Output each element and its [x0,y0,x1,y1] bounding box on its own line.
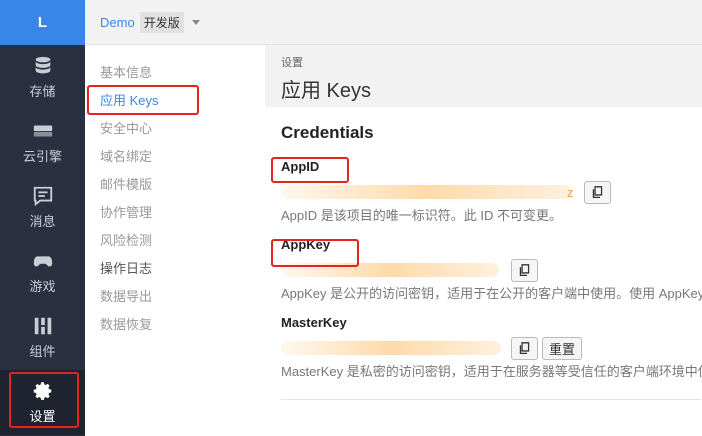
rail-item-messages[interactable]: 消息 [0,175,85,240]
subnav-item-app-keys[interactable]: 应用 Keys [85,87,265,115]
main-sidebar: L 存储 云引擎 消息 游戏 组件 设置 [0,0,85,436]
appid-help: AppID 是该项目的唯一标识符。此 ID 不可变更。 [281,208,562,223]
masterkey-help: MasterKey 是私密的访问密钥，适用于在服务器等受信任的客户端环境中使 [281,364,702,379]
subnav-item-collaboration[interactable]: 协作管理 [85,199,265,227]
app-header: Demo 开发版 [85,0,702,45]
appid-value-tail: z [567,184,574,200]
rail-item-components[interactable]: 组件 [0,305,85,370]
subnav-item-logs[interactable]: 操作日志 [85,255,265,283]
appkey-field: AppKey AppKey 是公开的访问密钥，适用于在公开的客户端中使用。使用 … [281,235,702,307]
appkey-label: AppKey [281,237,331,252]
copy-icon [592,185,602,198]
credentials-heading: Credentials [281,123,374,142]
subnav-item-restore[interactable]: 数据恢复 [85,311,265,339]
masterkey-field: MasterKey 重置 MasterKey 是私密的访问密钥，适用于在服务器等… [281,313,702,385]
copy-appid-button[interactable] [583,180,611,204]
rail-item-label: 设置 [29,409,56,424]
app-logo[interactable]: L [0,0,85,45]
rail-item-settings[interactable]: 设置 [0,370,85,435]
breadcrumb: 设置 [281,57,303,69]
rail-item-label: 存储 [29,84,56,99]
rail-item-label: 云引擎 [22,149,62,164]
subnav-item-security[interactable]: 安全中心 [85,115,265,143]
copy-icon [519,263,530,276]
settings-nav: 基本信息 应用 Keys 安全中心 域名绑定 邮件模版 协作管理 风险检测 操作… [85,45,265,436]
rail-item-label: 组件 [29,344,56,359]
page-title: 应用 Keys [281,80,372,102]
main-content: 设置 应用 Keys Credentials AppID z AppID 是该项… [265,45,702,436]
subnav-item-domain[interactable]: 域名绑定 [85,143,265,171]
env-badge: 开发版 [139,11,184,33]
rail-item-games[interactable]: 游戏 [0,240,85,305]
appid-label: AppID [281,159,320,174]
copy-appkey-button[interactable] [511,258,538,282]
message-icon [33,186,52,207]
subnav-item-export[interactable]: 数据导出 [85,283,265,311]
subnav-item-basic-info[interactable]: 基本信息 [85,59,265,87]
masterkey-label: MasterKey [281,315,347,330]
appid-field: AppID z AppID 是该项目的唯一标识符。此 ID 不可变更。 [281,157,702,229]
chevron-down-icon[interactable] [191,19,200,25]
appid-value-masked[interactable] [281,185,571,199]
server-icon [33,125,52,137]
subnav-item-risk[interactable]: 风险检测 [85,227,265,255]
copy-masterkey-button[interactable] [511,336,538,360]
rail-item-label: 游戏 [29,279,56,294]
divider [281,399,701,400]
rail-item-cloud-engine[interactable]: 云引擎 [0,110,85,175]
subnav-item-email-templates[interactable]: 邮件模版 [85,171,265,199]
rail-item-label: 消息 [29,214,56,229]
components-icon [34,317,51,335]
reset-masterkey-button[interactable]: 重置 [542,336,583,360]
rail-item-storage[interactable]: 存储 [0,45,85,110]
gear-icon [33,382,51,400]
copy-icon [519,341,530,354]
appkey-help: AppKey 是公开的访问密钥，适用于在公开的客户端中使用。使用 AppKey [281,286,702,301]
masterkey-value-masked[interactable] [281,341,501,355]
appkey-value-masked[interactable] [281,263,499,277]
database-icon [35,56,50,74]
page-header: 设置 应用 Keys [265,45,702,107]
app-switcher[interactable]: Demo [100,15,135,30]
gamepad-icon [33,256,52,267]
